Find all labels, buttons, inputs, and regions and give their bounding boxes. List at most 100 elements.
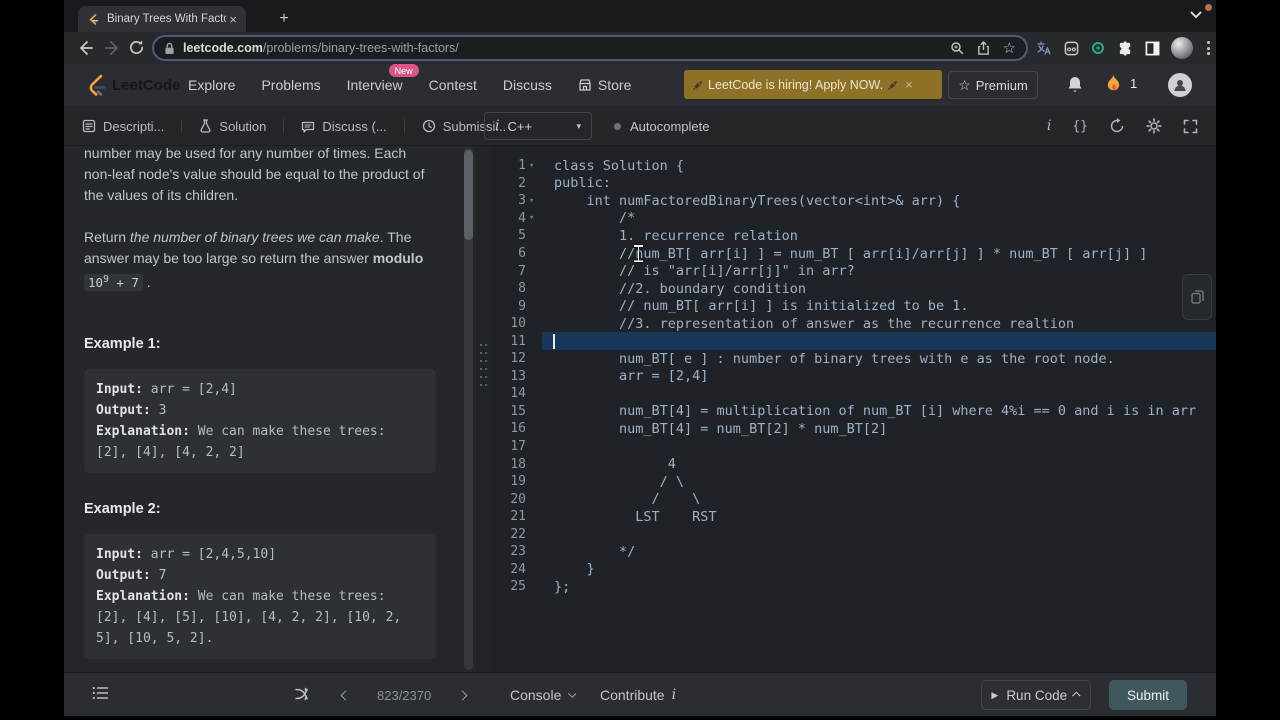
code-line[interactable]: 7 // is "arr[i]/arr[j]" in arr? [490,262,1216,280]
nav-problems[interactable]: Problems [261,77,320,93]
tab-solution[interactable]: Solution [182,119,283,134]
document-icon [82,119,96,133]
url-path: /problems/binary-trees-with-factors/ [262,41,459,55]
panel-tabs: Descripti... Solution Discuss (... Submi… [78,106,523,146]
code-line[interactable]: 1 ▾ class Solution { [490,157,1216,175]
extensions-puzzle-icon[interactable] [1117,40,1133,56]
line-number: 20 [510,491,526,507]
line-number: 4 [518,210,526,226]
run-code-button[interactable]: ▶ Run Code [981,680,1091,710]
code-line[interactable]: 20 / \ [490,490,1216,508]
fold-arrow-icon[interactable]: ▾ [526,213,542,223]
browser-profile-avatar[interactable] [1171,37,1193,59]
leetcode-logo[interactable]: LeetCode [86,73,180,97]
premium-button[interactable]: ☆ Premium [948,71,1038,99]
share-icon[interactable] [977,41,990,55]
code-line[interactable]: 12 num_BT[ e ] : number of binary trees … [490,350,1216,368]
fold-arrow-icon[interactable]: ▾ [526,161,542,171]
example-heading: Example 1: [84,336,161,353]
modulo-code: 109 + 7 [84,274,143,292]
info-icon[interactable]: i [1047,118,1051,134]
notifications-bell-icon[interactable] [1066,75,1084,95]
format-braces-icon[interactable]: {} [1072,119,1088,134]
nav-contest[interactable]: Contest [429,77,477,93]
code-line[interactable]: 8 //2. boundary condition [490,280,1216,298]
editor-caret [553,333,555,349]
code-text [542,332,1216,351]
submit-button[interactable]: Submit [1109,680,1187,710]
tab-description[interactable]: Descripti... [78,119,181,134]
code-text: //3. representation of answer as the rec… [554,315,1075,332]
drag-handle-icon[interactable] [480,344,487,386]
user-avatar[interactable] [1168,73,1192,97]
code-line[interactable]: 17 [490,438,1216,456]
line-number: 3 [518,193,526,209]
panel-scrollbar-thumb[interactable] [464,150,473,240]
browser-menu-icon[interactable] [1204,41,1213,55]
code-line[interactable]: 15 num_BT[4] = multiplication of num_BT … [490,403,1216,421]
copy-code-button[interactable] [1182,274,1212,320]
prev-problem-icon[interactable] [340,690,351,700]
code-line[interactable]: 5 1. recurrence relation [490,227,1216,245]
code-line[interactable]: 10 //3. representation of answer as the … [490,315,1216,333]
code-line[interactable]: 25}; [490,578,1216,596]
contribute-button[interactable]: Contribute i [600,673,676,717]
nav-discuss[interactable]: Discuss [503,77,552,93]
language-select[interactable]: i C++ ▾ [484,112,592,140]
code-text: /* [554,210,636,227]
url-bar[interactable]: leetcode.com/problems/binary-trees-with-… [152,35,1028,61]
hiring-banner[interactable]: LeetCode is hiring! Apply NOW. × [684,70,942,99]
nav-interview[interactable]: Interview New [347,64,419,93]
autocomplete-toggle[interactable]: Autocomplete [614,106,710,146]
code-line[interactable]: 6 //num_BT[ arr[i] ] = num_BT [ arr[i]/a… [490,245,1216,263]
fold-arrow-icon[interactable]: ▾ [526,196,542,206]
nav-explore[interactable]: Explore [188,77,235,93]
console-button[interactable]: Console [510,673,577,717]
settings-gear-icon[interactable] [1146,118,1162,134]
tab-discuss[interactable]: Discuss (... [284,119,403,134]
code-line[interactable]: 13 arr = [2,4] [490,368,1216,386]
tab-close-icon[interactable]: × [226,12,240,27]
code-line[interactable]: 23 */ [490,543,1216,561]
back-icon[interactable] [76,39,94,57]
code-line[interactable]: 4 ▾ /* [490,210,1216,228]
forward-icon[interactable] [104,39,122,57]
code-line[interactable]: 21 LST RST [490,508,1216,526]
code-line[interactable]: 3 ▾ int numFactoredBinaryTrees(vector<int… [490,192,1216,210]
code-line[interactable]: 16 num_BT[4] = num_BT[2] * num_BT[2] [490,420,1216,438]
extension-translate-icon[interactable] [1036,40,1052,56]
code-line[interactable]: 18 4 [490,455,1216,473]
line-number: 19 [510,474,526,490]
reload-icon[interactable] [128,39,146,57]
code-line[interactable]: 22 [490,525,1216,543]
problem-list-icon[interactable] [92,685,109,701]
contribute-info-icon: i [671,687,677,703]
panel-scrollbar[interactable] [464,148,473,670]
extension-contrast-icon[interactable] [1144,40,1160,56]
example-heading: Example 2: [84,501,161,518]
line-number: 16 [510,421,526,437]
code-line[interactable]: 9 // num_BT[ arr[i] ] is initialized to … [490,297,1216,315]
code-line[interactable]: 2 public: [490,175,1216,193]
new-tab-button[interactable]: + [274,9,294,29]
nav-store[interactable]: Store [578,77,631,93]
code-line[interactable]: 14 [490,385,1216,403]
daily-streak[interactable]: 1 [1106,74,1137,93]
reset-icon[interactable] [1109,118,1125,134]
bookmark-star-icon[interactable]: ☆ [1003,41,1016,56]
next-problem-icon[interactable] [457,690,468,700]
code-editor[interactable]: 1 ▾ class Solution {2 public: 3 ▾ int numFact… [490,146,1216,672]
panel-resize-divider[interactable] [476,146,490,672]
browser-tab[interactable]: Binary Trees With Factors - Lee × [78,6,246,32]
shuffle-icon[interactable] [294,686,310,702]
code-line[interactable]: 24 } [490,561,1216,579]
fullscreen-icon[interactable] [1183,119,1198,134]
strip-chevron-down-icon[interactable] [1190,11,1202,19]
extension-box-icon[interactable] [1063,40,1079,56]
line-number: 13 [510,368,526,384]
code-line[interactable]: 11 [490,332,1216,351]
zoom-icon[interactable] [950,41,964,55]
extension-target-icon[interactable] [1090,40,1106,56]
code-line[interactable]: 19 / \ [490,473,1216,491]
banner-close-icon[interactable]: × [905,77,913,92]
